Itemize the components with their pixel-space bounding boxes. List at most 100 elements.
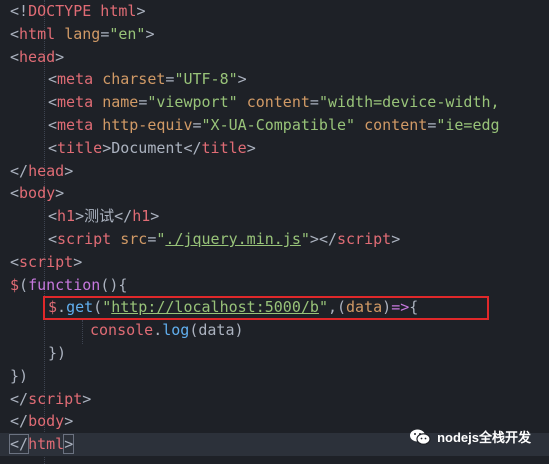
quote: ": [300, 230, 310, 248]
heading-text: 测试: [84, 207, 115, 226]
punct: <: [48, 70, 58, 89]
punct: </: [10, 161, 29, 180]
punct: </: [318, 230, 337, 248]
attr-value: "viewport": [147, 93, 238, 112]
code-line-15[interactable]: console.log(data): [0, 319, 549, 342]
tag-name: body: [19, 184, 56, 203]
punct: >: [75, 207, 85, 226]
punct: ): [234, 321, 244, 340]
punct: <: [48, 138, 58, 157]
closing-brace: }): [10, 366, 29, 385]
punct: >: [391, 230, 401, 248]
doctype-keyword: DOCTYPE html: [28, 2, 137, 20]
punct: <: [10, 252, 20, 271]
tag-name: h1: [57, 207, 76, 226]
punct: >: [145, 24, 155, 43]
punct: </: [183, 138, 202, 157]
code-line-2[interactable]: <html lang="en">: [0, 23, 549, 46]
code-line-13[interactable]: $(function(){: [0, 274, 549, 297]
attr-value: "UTF-8": [174, 70, 238, 89]
punct: <: [48, 207, 58, 226]
punct: >: [237, 70, 247, 89]
tag-name: head: [19, 47, 56, 66]
attr-value: "width=device-width,: [318, 93, 500, 112]
tag-name: meta: [57, 116, 94, 134]
function-keyword: function: [28, 275, 101, 294]
console-object: console: [90, 321, 154, 340]
title-text: Document: [111, 138, 184, 157]
punct: >: [55, 184, 65, 203]
code-line-3[interactable]: <head>: [0, 46, 549, 69]
tag-name: h1: [132, 207, 151, 226]
bracket-match-close: >: [63, 434, 75, 455]
code-line-10[interactable]: <h1>测试</h1>: [0, 205, 549, 228]
punct: </: [114, 207, 133, 226]
log-method: log: [162, 321, 190, 340]
punct: <: [48, 116, 58, 134]
attr-name: http-equiv: [102, 116, 193, 134]
punct: >: [64, 161, 74, 180]
tag-name: meta: [57, 70, 94, 89]
punct: =: [427, 116, 437, 134]
code-line-7[interactable]: <title>Document</title>: [0, 137, 549, 160]
tag-name: title: [57, 138, 103, 157]
punct: >: [309, 230, 319, 248]
code-line-11[interactable]: <script src="./jquery.min.js"></script>: [0, 228, 549, 251]
tag-name: script: [57, 230, 112, 248]
punct: (){: [100, 275, 128, 294]
attr-name: content: [246, 93, 310, 112]
code-line-18[interactable]: </script>: [0, 388, 549, 411]
code-line-9[interactable]: <body>: [0, 182, 549, 205]
jquery-symbol: $: [10, 275, 20, 294]
punct: <: [48, 93, 58, 112]
watermark: nodejs全栈开发: [409, 427, 531, 446]
attr-value: "X-UA-Compatible": [201, 116, 356, 134]
punct: =: [138, 93, 148, 112]
punct: <: [48, 230, 58, 248]
attr-name: name: [102, 93, 139, 112]
punct: <!: [10, 2, 29, 20]
attr-value: "ie=edg: [436, 116, 500, 134]
punct: =: [309, 93, 319, 112]
attr-name: content: [364, 116, 428, 134]
punct: >: [246, 138, 256, 157]
attr-name: lang: [64, 24, 101, 43]
code-line-8[interactable]: </head>: [0, 160, 549, 183]
tag-name: title: [201, 138, 247, 157]
code-line-6[interactable]: <meta http-equiv="X-UA-Compatible" conte…: [0, 114, 549, 137]
code-editor[interactable]: <!DOCTYPE html> <html lang="en"> <head> …: [0, 0, 549, 464]
code-line-12[interactable]: <script>: [0, 251, 549, 274]
tag-name: script: [19, 252, 74, 271]
attr-value: "en": [109, 24, 146, 43]
tag-name: html: [19, 24, 56, 43]
punct: </: [10, 412, 29, 431]
punct: </: [10, 389, 29, 408]
tag-name: script: [28, 389, 83, 408]
tag-name: head: [28, 161, 65, 180]
punct: >: [64, 412, 74, 431]
punct: .: [153, 321, 163, 340]
punct: >: [102, 138, 112, 157]
attr-name: src: [120, 230, 148, 248]
highlight-box: [43, 296, 489, 320]
tag-name: html: [28, 435, 65, 454]
punct: <: [10, 24, 20, 43]
punct: >: [150, 207, 160, 226]
text-cursor: [73, 436, 75, 454]
bracket-match-open: </: [8, 434, 30, 455]
arg-name: data: [198, 321, 235, 340]
code-line-17[interactable]: }): [0, 365, 549, 388]
punct: <: [10, 184, 20, 203]
punct: <: [10, 47, 20, 66]
tag-name: script: [337, 230, 392, 248]
wechat-icon: [410, 429, 431, 445]
code-line-1[interactable]: <!DOCTYPE html>: [0, 0, 549, 23]
code-line-5[interactable]: <meta name="viewport" content="width=dev…: [0, 91, 549, 114]
punct: >: [136, 2, 146, 20]
code-line-4[interactable]: <meta charset="UTF-8">: [0, 68, 549, 91]
tag-name: meta: [57, 93, 94, 112]
code-line-16[interactable]: }): [0, 342, 549, 365]
punct: (: [19, 275, 29, 294]
script-src-link[interactable]: ./jquery.min.js: [165, 230, 300, 248]
punct: =: [192, 116, 202, 134]
